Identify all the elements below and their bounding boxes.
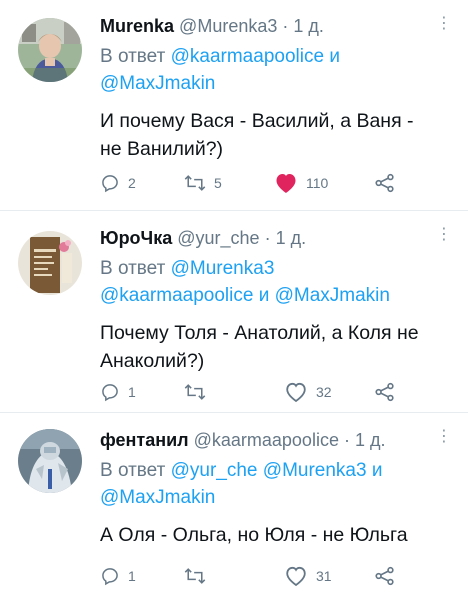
reply-prefix: В ответ	[100, 258, 166, 279]
display-name[interactable]: ЮроЧка	[100, 228, 172, 248]
handle[interactable]: @yur_che	[177, 228, 259, 248]
like-button[interactable]: 32	[284, 381, 374, 403]
share-icon	[375, 173, 394, 193]
more-vertical-icon[interactable]: ⋮	[436, 16, 452, 32]
tweet-header: Murenka @Murenka3 · 1 д.	[100, 15, 452, 37]
display-name[interactable]: Murenka	[100, 16, 174, 36]
like-button[interactable]: 110	[274, 172, 374, 194]
like-button[interactable]: 31	[284, 565, 374, 587]
reply-count: 1	[128, 384, 136, 400]
mention-link[interactable]: @Murenka3	[171, 258, 275, 279]
mention-link[interactable]: @kaarmaapoolice	[171, 46, 324, 67]
share-icon	[375, 382, 394, 402]
share-button[interactable]	[374, 382, 396, 402]
mention-link[interactable]: @yur_che	[171, 460, 258, 481]
avatar[interactable]	[18, 429, 82, 493]
tweet-murenka[interactable]: Murenka @Murenka3 · 1 д. В ответ @kaarma…	[0, 0, 468, 210]
retweet-button[interactable]: 5	[184, 173, 274, 193]
tweet-fentanil[interactable]: фентанил @kaarmaapoolice · 1 д. В ответ …	[0, 413, 468, 604]
mention-link[interactable]: @MaxJmakin	[275, 285, 390, 306]
retweet-button[interactable]	[184, 382, 284, 402]
reply-context: В ответ @yur_che @Murenka3 и @MaxJmakin	[100, 457, 452, 511]
like-count: 110	[306, 175, 329, 191]
mention-link[interactable]: @Murenka3	[263, 460, 367, 481]
share-button[interactable]	[374, 173, 396, 193]
timestamp[interactable]: 1 д.	[355, 430, 386, 450]
reply-button[interactable]: 1	[100, 382, 184, 402]
tweet-header: фентанил @kaarmaapoolice · 1 д.	[100, 429, 452, 451]
retweet-button[interactable]	[184, 566, 284, 586]
mention-link[interactable]: @MaxJmakin	[100, 73, 215, 94]
separator-dot: ·	[282, 16, 289, 36]
tweet-header: ЮроЧка @yur_che · 1 д.	[100, 227, 452, 249]
tweet-yurochka[interactable]: ЮроЧка @yur_che · 1 д. В ответ @Murenka3…	[0, 211, 468, 412]
display-name[interactable]: фентанил	[100, 430, 189, 450]
like-count: 31	[316, 568, 332, 584]
mention-link[interactable]: @MaxJmakin	[100, 487, 215, 508]
tweet-text-line: не Ванилий?)	[100, 138, 224, 160]
tweet-text: Почему Толя - Анатолий, а Коля не Анакол…	[100, 319, 452, 375]
heart-icon	[286, 566, 306, 587]
reply-conjunction: и	[258, 285, 270, 306]
avatar[interactable]	[18, 18, 82, 82]
like-count: 32	[316, 384, 332, 400]
tweet-text-line: И почему Вася - Василий, а Ваня -	[100, 110, 414, 132]
reply-button[interactable]: 2	[100, 173, 184, 193]
separator-dot: ·	[264, 228, 271, 248]
reply-count: 2	[128, 175, 136, 191]
share-button[interactable]	[374, 566, 396, 586]
reply-count: 1	[128, 568, 136, 584]
reply-conjunction: и	[329, 46, 340, 67]
tweet-text-line: А Оля - Ольга, но Юля - не Юльга	[100, 524, 408, 546]
heart-icon	[286, 382, 306, 403]
reply-context: В ответ @kaarmaapoolice и @MaxJmakin	[100, 43, 452, 97]
reply-prefix: В ответ	[100, 46, 166, 67]
avatar[interactable]	[18, 231, 82, 295]
handle[interactable]: @Murenka3	[179, 16, 277, 36]
retweet-icon	[184, 175, 206, 191]
reply-context: В ответ @Murenka3 @kaarmaapoolice и @Max…	[100, 255, 452, 309]
timestamp[interactable]: 1 д.	[293, 16, 324, 36]
separator-dot: ·	[343, 430, 350, 450]
retweet-icon	[184, 384, 206, 400]
more-vertical-icon[interactable]: ⋮	[436, 429, 452, 445]
tweet-text: И почему Вася - Василий, а Ваня - не Ван…	[100, 107, 452, 163]
reply-icon	[102, 568, 118, 586]
more-vertical-icon[interactable]: ⋮	[436, 227, 452, 243]
reply-prefix: В ответ	[100, 460, 166, 481]
reply-icon	[102, 175, 118, 193]
share-icon	[375, 566, 394, 586]
timestamp[interactable]: 1 д.	[276, 228, 307, 248]
retweet-count: 5	[214, 175, 222, 191]
tweet-text-line: Почему Толя - Анатолий, а Коля не	[100, 322, 419, 344]
reply-button[interactable]: 1	[100, 566, 184, 586]
handle[interactable]: @kaarmaapoolice	[194, 430, 339, 450]
tweet-text: А Оля - Ольга, но Юля - не Юльга	[100, 521, 452, 549]
reply-icon	[102, 384, 118, 402]
heart-icon	[276, 174, 296, 193]
retweet-icon	[184, 568, 206, 584]
reply-conjunction: и	[371, 460, 383, 481]
tweet-text-line: Анаколий?)	[100, 350, 205, 372]
mention-link[interactable]: @kaarmaapoolice	[100, 285, 253, 306]
